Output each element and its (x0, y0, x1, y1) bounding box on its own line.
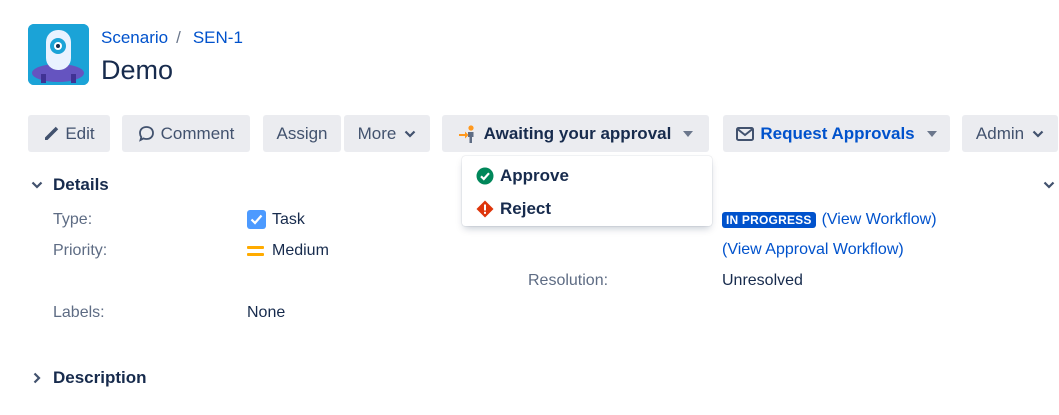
type-value-text: Task (272, 210, 305, 228)
chevron-right-icon (28, 369, 46, 387)
check-circle-icon (476, 167, 500, 185)
type-value: Task (247, 210, 305, 229)
admin-button-label: Admin (975, 123, 1025, 143)
envelope-icon (736, 126, 755, 141)
resolution-label: Resolution: (528, 272, 609, 289)
pencil-icon (43, 126, 59, 142)
request-approvals-button[interactable]: Request Approvals (723, 115, 950, 152)
error-icon (476, 200, 500, 218)
priority-label: Priority: (53, 242, 108, 259)
priority-value-text: Medium (272, 242, 329, 259)
approval-button[interactable]: Awaiting your approval (442, 115, 709, 152)
chevron-down-icon (28, 176, 46, 194)
description-heading: Description (53, 368, 147, 387)
view-approval-workflow-link[interactable]: (View Approval Workflow) (722, 241, 904, 259)
priority-value: Medium (247, 242, 329, 260)
details-heading: Details (53, 175, 109, 194)
type-label: Type: (53, 211, 93, 228)
comment-button[interactable]: Comment (122, 115, 250, 152)
more-button-label: More (357, 123, 397, 143)
project-avatar-icon[interactable] (28, 24, 89, 85)
labels-label: Labels: (53, 304, 105, 321)
reject-label: Reject (500, 199, 552, 218)
labels-value: None (247, 304, 286, 321)
assign-button[interactable]: Assign (263, 115, 341, 152)
issue-page: Scenario / SEN-1 Demo Edit Comment Assig… (0, 0, 1059, 415)
resolution-value: Unresolved (722, 272, 803, 289)
approve-menu-item[interactable]: Approve (476, 164, 569, 188)
comment-icon (138, 125, 155, 142)
more-button[interactable]: More (344, 115, 430, 152)
breadcrumb-project-link[interactable]: Scenario (101, 28, 168, 48)
approval-dropdown-menu: Approve Reject (462, 156, 712, 226)
breadcrumb: Scenario / SEN-1 (101, 28, 243, 48)
approval-button-label: Awaiting your approval (483, 123, 672, 143)
page-title: Demo (101, 55, 174, 85)
comment-button-label: Comment (160, 123, 235, 143)
task-checkbox-icon (247, 210, 266, 229)
reject-menu-item[interactable]: Reject (476, 197, 551, 221)
chevron-down-icon[interactable] (1040, 176, 1058, 194)
details-section-toggle[interactable]: Details (28, 175, 109, 195)
status-value: IN PROGRESS (View Workflow) (722, 211, 937, 229)
assign-button-label: Assign (276, 123, 328, 143)
person-arrow-icon (458, 124, 478, 144)
chevron-down-icon (1032, 130, 1044, 138)
status-badge[interactable]: IN PROGRESS (722, 212, 816, 228)
chevron-down-icon (404, 130, 416, 138)
request-approvals-label: Request Approvals (760, 123, 915, 143)
edit-button[interactable]: Edit (28, 115, 110, 152)
view-workflow-link[interactable]: (View Workflow) (822, 211, 937, 229)
caret-down-icon (683, 130, 694, 137)
breadcrumb-separator: / (176, 28, 181, 47)
breadcrumb-issue-link[interactable]: SEN-1 (193, 28, 243, 48)
approval-workflow-value: (View Approval Workflow) (722, 241, 904, 259)
caret-down-icon (926, 130, 937, 137)
approve-label: Approve (500, 166, 569, 185)
description-section-toggle[interactable]: Description (28, 368, 147, 388)
admin-button[interactable]: Admin (962, 115, 1058, 152)
priority-medium-icon (247, 245, 264, 257)
edit-button-label: Edit (65, 123, 95, 143)
